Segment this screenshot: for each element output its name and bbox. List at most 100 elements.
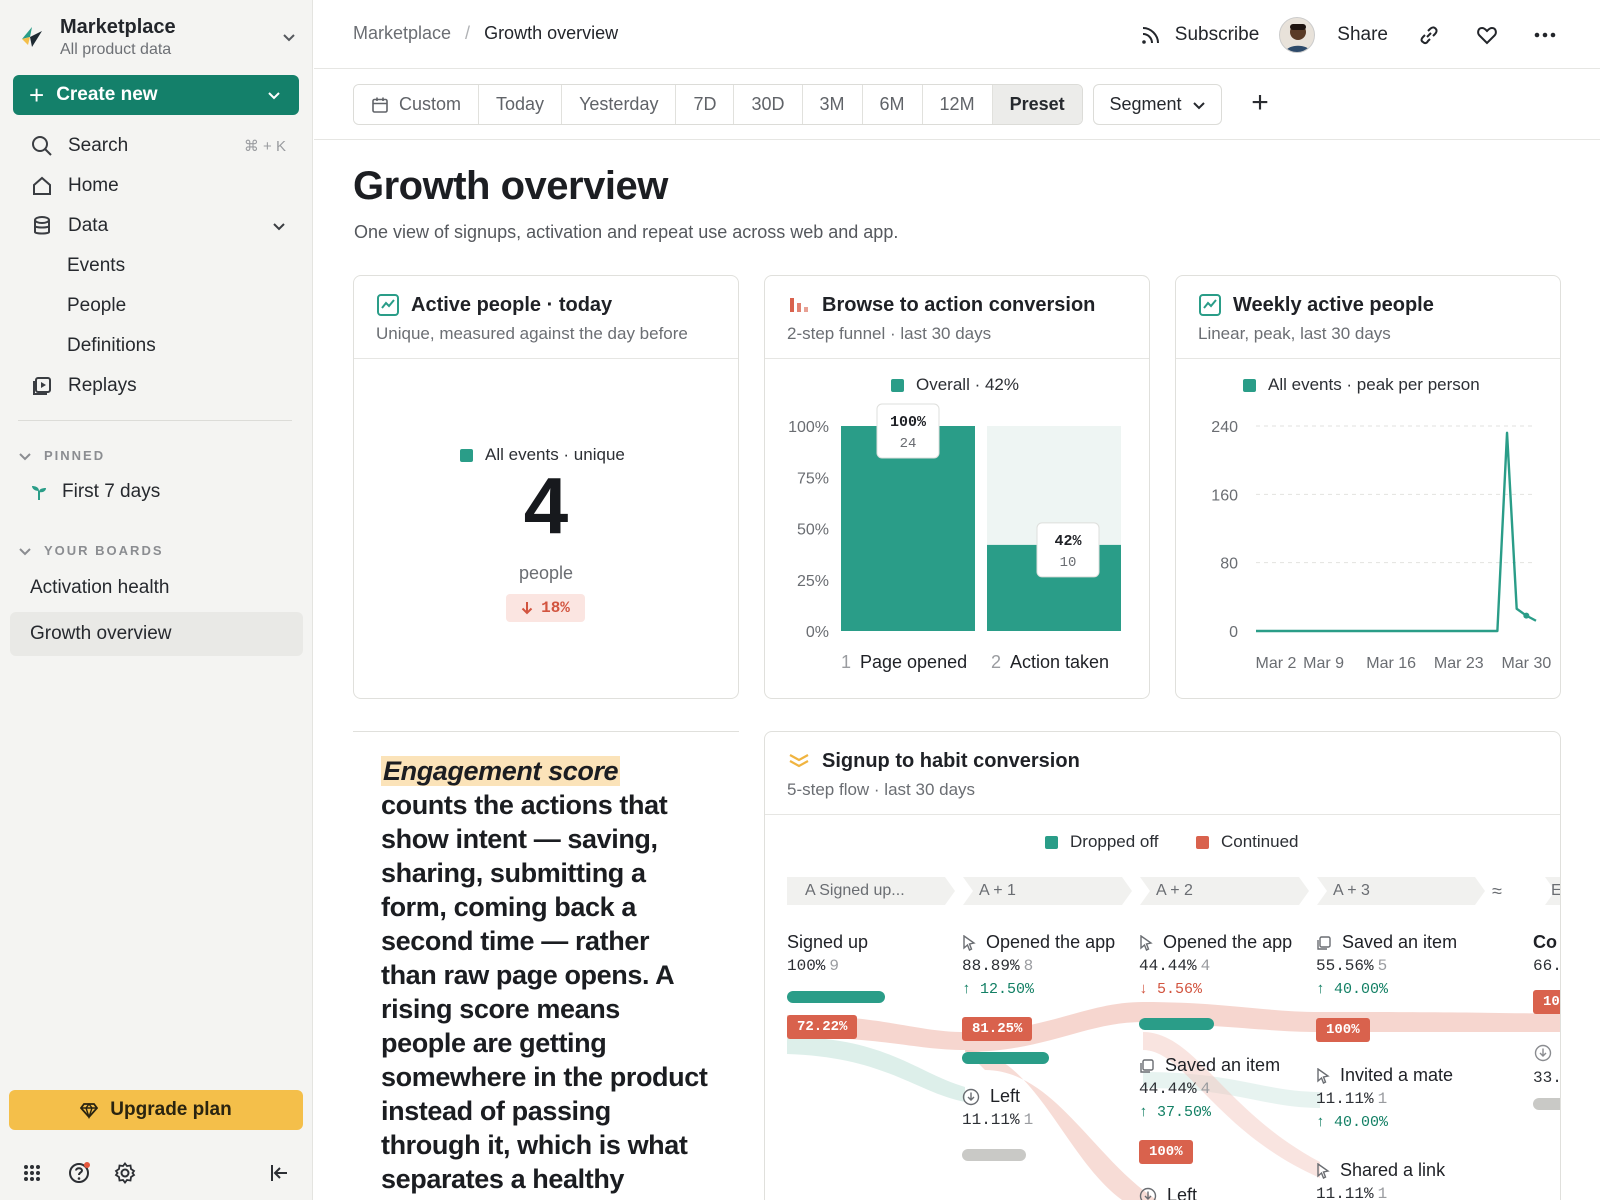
range-preset[interactable]: Preset	[992, 85, 1082, 124]
flow-node-name: Opened the app	[1139, 932, 1292, 953]
workspace-logo-icon	[22, 27, 42, 47]
flow-node[interactable]: Co 66.	[1533, 932, 1560, 975]
flow-bar-dropped	[962, 1149, 1026, 1161]
card-conversion[interactable]: Browse to action conversion 2-step funne…	[764, 275, 1150, 699]
range-12m[interactable]: 12M	[922, 85, 993, 124]
y-tick-label: 50%	[797, 522, 829, 539]
flow-node[interactable]: Shared a link 11.11% 1	[1316, 1160, 1445, 1200]
sidebar-item-label: Data	[68, 215, 109, 236]
card-header: Weekly active people Linear, peak, last …	[1176, 276, 1560, 359]
add-filter-button[interactable]: +	[1245, 88, 1275, 118]
upgrade-plan-button[interactable]: Upgrade plan	[9, 1090, 303, 1130]
segment-dropdown[interactable]: Segment	[1093, 84, 1222, 125]
link-icon[interactable]	[1418, 24, 1440, 46]
help-icon[interactable]	[66, 1160, 92, 1186]
breadcrumb-separator: /	[465, 23, 471, 43]
sidebar-item-data[interactable]: Data	[18, 206, 298, 246]
sidebar-item-people[interactable]: People	[18, 286, 298, 326]
collapse-sidebar-icon[interactable]	[266, 1160, 292, 1186]
delta-value: 18%	[541, 599, 570, 617]
card-subtitle: Linear, peak, last 30 days	[1198, 324, 1391, 343]
flow-node[interactable]: Invited a mate 11.11% 1 ↑ 40.00%	[1316, 1065, 1453, 1131]
cursor-icon	[963, 934, 976, 951]
step-pill-a2[interactable]: A + 2	[1138, 876, 1193, 906]
create-new-button[interactable]: + Create new	[13, 75, 299, 115]
flow-node[interactable]: Signed up 100% 9	[787, 932, 868, 975]
flow-node-stat: 11.11% 1	[1316, 1185, 1388, 1200]
step-pill-a[interactable]: A Signed up...	[787, 876, 905, 906]
x-category-label: Page opened	[860, 652, 967, 672]
chevron-down-icon[interactable]	[265, 86, 283, 104]
flow-node[interactable]: Saved an item 44.44% 4 ↑ 37.50%	[1139, 1055, 1280, 1121]
chevron-down-icon[interactable]	[270, 217, 288, 235]
apps-grid-icon[interactable]	[19, 1160, 45, 1186]
flow-bar-continued	[787, 991, 885, 1003]
avatar[interactable]	[1279, 16, 1316, 53]
boards-section-toggle[interactable]: YOUR BOARDS	[18, 543, 164, 558]
prose-body: counts the actions that show intent — sa…	[381, 790, 708, 1200]
flow-node[interactable]: Opened the app 44.44% 4 ↓ 5.56%	[1139, 932, 1292, 998]
cursor-icon	[1140, 934, 1153, 951]
y-tick-label: 25%	[797, 573, 829, 590]
flow-tag: 100%	[1139, 1140, 1193, 1164]
range-3m[interactable]: 3M	[802, 85, 863, 124]
flow-node-left[interactable]: Left	[1139, 1185, 1197, 1200]
x-category-number: 2	[991, 652, 1001, 672]
breadcrumb-marketplace[interactable]: Marketplace	[353, 23, 451, 44]
flow-node-stat: 44.44% 4	[1139, 1080, 1211, 1098]
y-tick-label: 160	[1211, 487, 1238, 504]
flow-node[interactable]: Opened the app 88.89% 8 ↑ 12.50%	[962, 932, 1115, 998]
metric-value: 4	[523, 461, 569, 550]
flow-node-name: Opened the app	[962, 932, 1115, 953]
card-title: Active people · today	[411, 294, 613, 316]
pinned-item-first-7-days[interactable]: First 7 days	[30, 481, 160, 503]
pinned-section-toggle[interactable]: PINNED	[18, 448, 105, 463]
date-range-selector: Custom Today Yesterday 7D 30D 3M 6M 12M …	[353, 84, 1083, 125]
subscribe-label: Subscribe	[1174, 23, 1260, 45]
bookmark-stack-icon	[1140, 1058, 1154, 1073]
board-growth-overview[interactable]: Growth overview	[10, 612, 303, 656]
prose-text: Engagement score counts the actions that…	[381, 754, 711, 1200]
sidebar-item-search[interactable]: Search ⌘ + K	[18, 126, 298, 166]
range-custom[interactable]: Custom	[354, 85, 480, 124]
step-pill-a1[interactable]: A + 1	[961, 876, 1016, 906]
card-header: Browse to action conversion 2-step funne…	[765, 276, 1149, 359]
flow-node[interactable]: 33.	[1533, 1065, 1560, 1087]
heart-icon[interactable]	[1476, 24, 1498, 46]
flow-node-name: Saved an item	[1139, 1055, 1280, 1076]
step-pill-gap: ≈	[1492, 880, 1502, 901]
step-pill-e[interactable]: E	[1533, 876, 1560, 906]
x-tick-label: Mar 30	[1501, 655, 1551, 672]
flow-node[interactable]: Saved an item 55.56% 5 ↑ 40.00%	[1316, 932, 1457, 998]
board-activation-health[interactable]: Activation health	[10, 566, 303, 610]
flow-node-stat: 11.11% 1	[1316, 1090, 1388, 1108]
card-active-people[interactable]: Active people · today Unique, measured a…	[353, 275, 739, 699]
upgrade-plan-label: Upgrade plan	[110, 1099, 232, 1120]
flow-bar-continued	[1139, 1018, 1214, 1030]
exit-circle-icon	[962, 1088, 980, 1105]
subscribe-button[interactable]: Subscribe	[1139, 23, 1260, 47]
card-weekly-active[interactable]: Weekly active people Linear, peak, last …	[1175, 275, 1561, 699]
sidebar-divider	[18, 420, 292, 421]
range-today[interactable]: Today	[479, 85, 563, 124]
data-label-count: 24	[900, 436, 917, 452]
range-30d[interactable]: 30D	[734, 85, 803, 124]
flow-node-left[interactable]: Left 11.11% 1	[962, 1086, 1033, 1129]
range-6m[interactable]: 6M	[862, 85, 923, 124]
flow-node-change: ↑ 37.50%	[1139, 1104, 1212, 1121]
sidebar-item-replays[interactable]: Replays	[18, 366, 298, 406]
gear-icon[interactable]	[112, 1160, 138, 1186]
workspace-switcher[interactable]: Marketplace All product data	[18, 12, 298, 62]
step-pill-a3[interactable]: A + 3	[1315, 876, 1370, 906]
sidebar-item-definitions[interactable]: Definitions	[18, 326, 298, 366]
range-yesterday[interactable]: Yesterday	[562, 85, 677, 124]
card-signup-flow[interactable]: Signup to habit conversion 5-step flow ·…	[764, 731, 1561, 1200]
sidebar-item-home[interactable]: Home	[18, 166, 298, 206]
range-7d[interactable]: 7D	[676, 85, 735, 124]
rss-icon	[1141, 26, 1159, 44]
funnel-chart-icon	[790, 298, 808, 312]
sidebar-item-events[interactable]: Events	[18, 246, 298, 286]
share-button[interactable]: Share	[1337, 24, 1388, 46]
more-options-icon[interactable]	[1534, 32, 1556, 38]
flow-node-change: ↓ 5.56%	[1139, 981, 1203, 998]
